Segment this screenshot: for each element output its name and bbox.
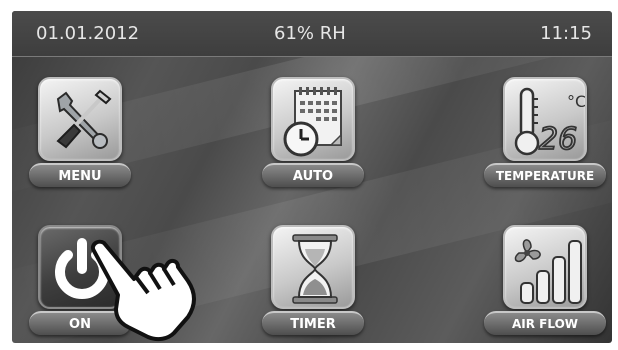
status-date: 01.01.2012: [36, 23, 140, 44]
thermometer-icon: °C 26: [503, 77, 587, 161]
calendar-clock-icon: [271, 77, 355, 161]
temperature-reading: 26: [539, 122, 577, 157]
hand-pointer-icon: [91, 239, 196, 342]
device-frame: 01.01.2012 61% RH 11:15 MENU AUTO °C 26 …: [0, 0, 618, 350]
air-flow-label: AIR FLOW: [511, 317, 579, 331]
fan-bars-icon: [503, 225, 587, 309]
auto-label: AUTO: [292, 169, 334, 184]
air-flow-button[interactable]: AIR FLOW: [484, 225, 606, 343]
temperature-button[interactable]: °C 26 TEMPERATURE: [484, 77, 606, 195]
status-time: 11:15: [540, 23, 592, 44]
hourglass-icon: [271, 225, 355, 309]
timer-button[interactable]: TIMER: [258, 225, 368, 343]
wrench-screwdriver-icon: [38, 77, 122, 161]
menu-label: MENU: [58, 169, 102, 184]
temperature-label: TEMPERATURE: [495, 169, 595, 183]
status-bar: 01.01.2012 61% RH 11:15: [12, 11, 612, 57]
touch-screen: 01.01.2012 61% RH 11:15 MENU AUTO °C 26 …: [12, 11, 612, 343]
timer-label: TIMER: [290, 317, 336, 332]
menu-button[interactable]: MENU: [25, 77, 135, 195]
auto-button[interactable]: AUTO: [258, 77, 368, 195]
status-humidity: 61% RH: [274, 23, 346, 44]
temperature-unit: °C: [567, 92, 586, 111]
